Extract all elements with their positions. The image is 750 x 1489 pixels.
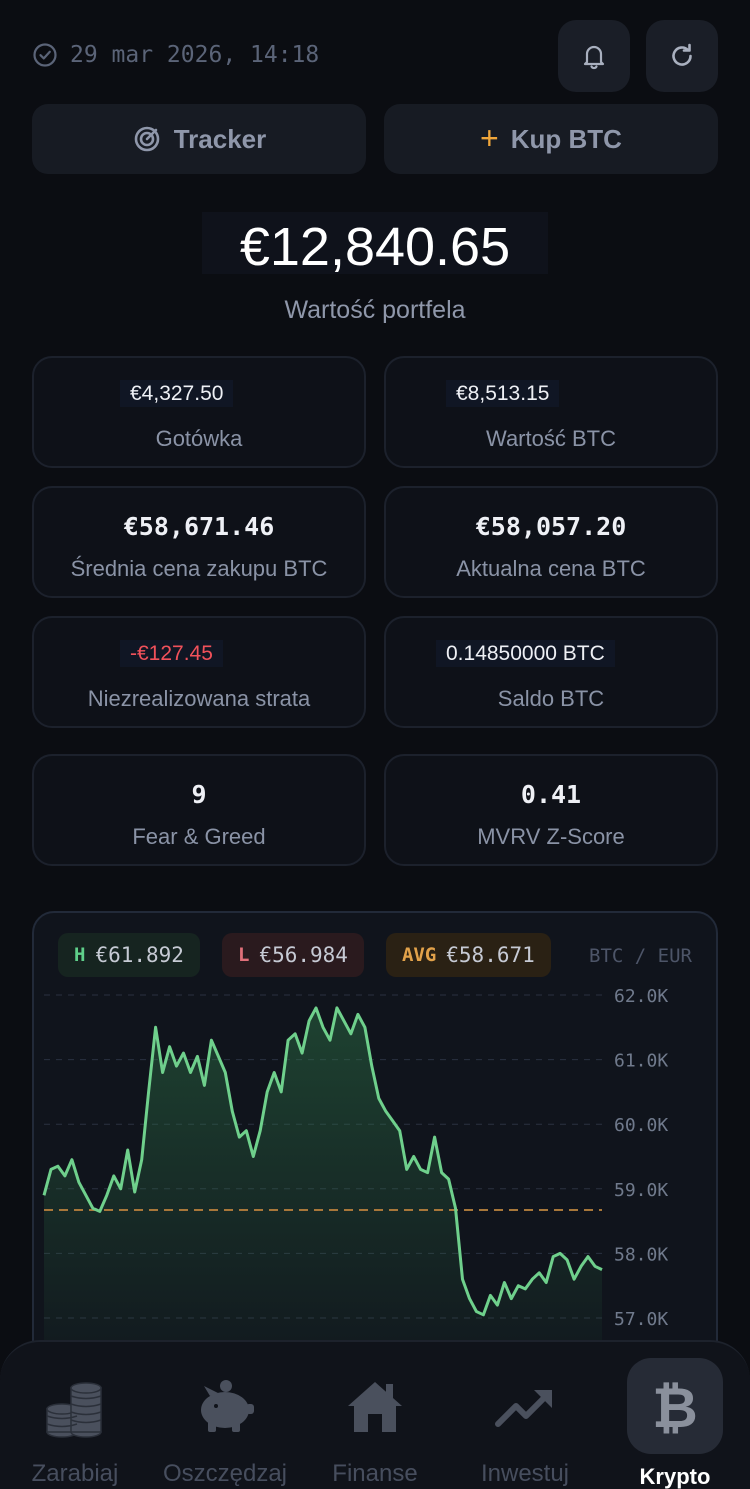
current-price-label: Aktualna cena BTC	[456, 556, 646, 581]
stats-grid: €4,327.50 Gotówka €8,513.15 Wartość BTC …	[32, 356, 718, 866]
y-tick-label: 60.0K	[614, 1115, 668, 1136]
timestamp: 29 mar 2026, 14:18	[32, 42, 319, 68]
high-pill: H €61.892	[58, 933, 200, 977]
price-chart: 62.0K 61.0K 60.0K 59.0K 58.0K 57.0K H €61.892…	[32, 911, 718, 1371]
unrealized-loss-value: -€127.45	[120, 640, 223, 667]
avg-buy-price-card: €58,671.46 Średnia cena zakupu BTC	[32, 486, 366, 598]
top-bar: 29 mar 2026, 14:18	[32, 20, 718, 92]
bitcoin-icon: ₿	[652, 1376, 698, 1439]
bottom-tab-bar: Zarabiaj Oszczędzaj Finanse Inwestuj ₿ K…	[0, 1340, 750, 1489]
current-price-card: €58,057.20 Aktualna cena BTC	[384, 486, 718, 598]
bell-icon	[583, 45, 605, 70]
avg-pill: AVG €58.671	[385, 933, 551, 977]
portfolio-label: Wartość portfela	[284, 296, 466, 324]
avg-key: AVG	[401, 944, 437, 966]
portfolio-value: €12,840.65	[201, 212, 549, 277]
cash-label: Gotówka	[155, 426, 243, 451]
notifications-button[interactable]	[558, 20, 630, 92]
unrealized-loss-card: -€127.45 Niezrealizowana strata	[32, 616, 366, 728]
high-value: €61.892	[95, 943, 184, 967]
avg-value: €58.671	[446, 943, 535, 967]
fear-greed-value: 9	[191, 780, 207, 809]
btc-value: €8,513.15	[446, 380, 560, 407]
action-buttons: Tracker + Kup BTC	[32, 104, 718, 174]
btc-value-label: Wartość BTC	[486, 426, 616, 451]
tab-zarabiaj[interactable]: Zarabiaj	[0, 1372, 150, 1488]
cash-card: €4,327.50 Gotówka	[32, 356, 366, 468]
avg-buy-price-value: €58,671.46	[123, 512, 275, 541]
tracker-button[interactable]: Tracker	[32, 104, 366, 174]
btc-balance-label: Saldo BTC	[497, 686, 605, 711]
low-pill: L €56.984	[221, 933, 364, 977]
tab-zarabiaj-label: Zarabiaj	[31, 1460, 119, 1487]
currency-pair: BTC / EUR	[589, 945, 692, 967]
price-chart-plot: 62.0K 61.0K 60.0K 59.0K 58.0K 57.0K	[42, 986, 668, 1369]
avg-buy-price-label: Średnia cena zakupu BTC	[70, 556, 328, 581]
y-tick-label: 59.0K	[614, 1180, 668, 1201]
home-icon	[348, 1382, 402, 1432]
target-icon	[134, 126, 160, 152]
refresh-button[interactable]	[646, 20, 718, 92]
mvrv-label: MVRV Z-Score	[477, 824, 625, 849]
tab-oszczedzaj[interactable]: Oszczędzaj	[150, 1372, 300, 1488]
trend-up-icon	[495, 1390, 552, 1427]
plus-icon: +	[480, 119, 499, 156]
low-key: L	[237, 944, 250, 966]
tab-krypto[interactable]: ₿ Krypto	[600, 1358, 750, 1489]
low-value: €56.984	[259, 943, 348, 967]
mvrv-value: 0.41	[520, 780, 582, 809]
cash-value: €4,327.50	[120, 380, 234, 407]
svg-text:₿: ₿	[652, 1376, 698, 1439]
btc-value-card: €8,513.15 Wartość BTC	[384, 356, 718, 468]
tracker-label: Tracker	[173, 123, 267, 154]
price-area	[44, 1007, 602, 1369]
btc-balance-card: 0.14850000 BTC Saldo BTC	[384, 616, 718, 728]
unrealized-loss-label: Niezrealizowana strata	[87, 686, 311, 711]
tab-inwestuj[interactable]: Inwestuj	[450, 1372, 600, 1488]
btc-balance-value: 0.14850000 BTC	[436, 640, 615, 667]
tab-inwestuj-label: Inwestuj	[480, 1460, 570, 1487]
tab-finanse[interactable]: Finanse	[300, 1372, 450, 1488]
timestamp-text: 29 mar 2026, 14:18	[70, 42, 320, 68]
y-tick-label: 62.0K	[614, 986, 668, 1007]
tab-finanse-label: Finanse	[332, 1460, 418, 1487]
buy-btc-button[interactable]: + Kup BTC	[384, 104, 718, 174]
high-key: H	[74, 944, 86, 966]
tab-krypto-label: Krypto	[639, 1464, 711, 1489]
tab-oszczedzaj-label: Oszczędzaj	[162, 1460, 288, 1487]
coins-icon	[46, 1382, 102, 1438]
chart-stats: H €61.892 L €56.984 AVG €58.671	[58, 933, 551, 977]
y-tick-label: 58.0K	[614, 1244, 668, 1265]
y-tick-label: 57.0K	[614, 1309, 668, 1330]
fear-greed-label: Fear & Greed	[132, 824, 266, 849]
buy-btc-label: Kup BTC	[510, 123, 622, 154]
clock-icon	[33, 43, 57, 67]
current-price-value: €58,057.20	[475, 512, 627, 541]
piggy-bank-icon	[201, 1380, 254, 1432]
refresh-icon	[672, 43, 692, 66]
y-tick-label: 61.0K	[614, 1051, 668, 1072]
fear-greed-card: 9 Fear & Greed	[32, 754, 366, 866]
portfolio-summary: €12,840.65 Wartość portfela	[0, 212, 750, 325]
mvrv-card: 0.41 MVRV Z-Score	[384, 754, 718, 866]
